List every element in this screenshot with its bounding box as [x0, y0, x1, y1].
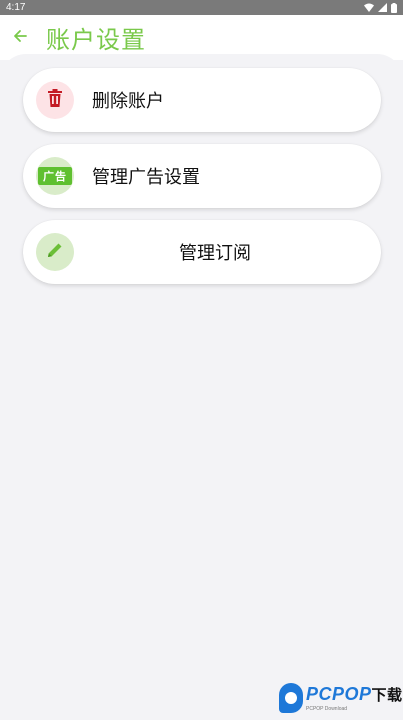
manage-ad-settings-button[interactable]: 广告 管理广告设置: [23, 144, 381, 208]
ad-icon-circle: 广告: [36, 157, 74, 195]
manage-subscription-label: 管理订阅: [179, 243, 251, 264]
watermark-sub: PCPOP Download: [306, 705, 348, 712]
manage-subscription-button[interactable]: 管理订阅: [23, 220, 381, 284]
settings-panel: 删除账户 广告 管理广告设置 管理订阅: [0, 54, 403, 720]
page-title: 账户设置: [46, 26, 146, 54]
pcpop-logo-icon: [279, 683, 303, 713]
arrow-left-icon: [12, 28, 28, 48]
trash-icon: [47, 89, 63, 111]
status-time: 4:17: [6, 2, 26, 13]
status-icons: [364, 2, 397, 13]
signal-icon: [378, 3, 387, 12]
manage-ad-settings-label: 管理广告设置: [92, 167, 200, 188]
delete-account-button[interactable]: 删除账户: [23, 68, 381, 132]
delete-account-label: 删除账户: [92, 91, 164, 112]
ad-badge-icon: 广告: [38, 167, 72, 185]
watermark: PCPOP下载 PCPOP Download: [279, 683, 403, 713]
watermark-brand: PCPOP下载: [306, 683, 403, 704]
battery-icon: [391, 2, 397, 13]
back-button[interactable]: [8, 26, 32, 50]
status-bar: 4:17: [0, 0, 403, 15]
delete-icon-circle: [36, 81, 74, 119]
wifi-icon: [364, 3, 374, 12]
